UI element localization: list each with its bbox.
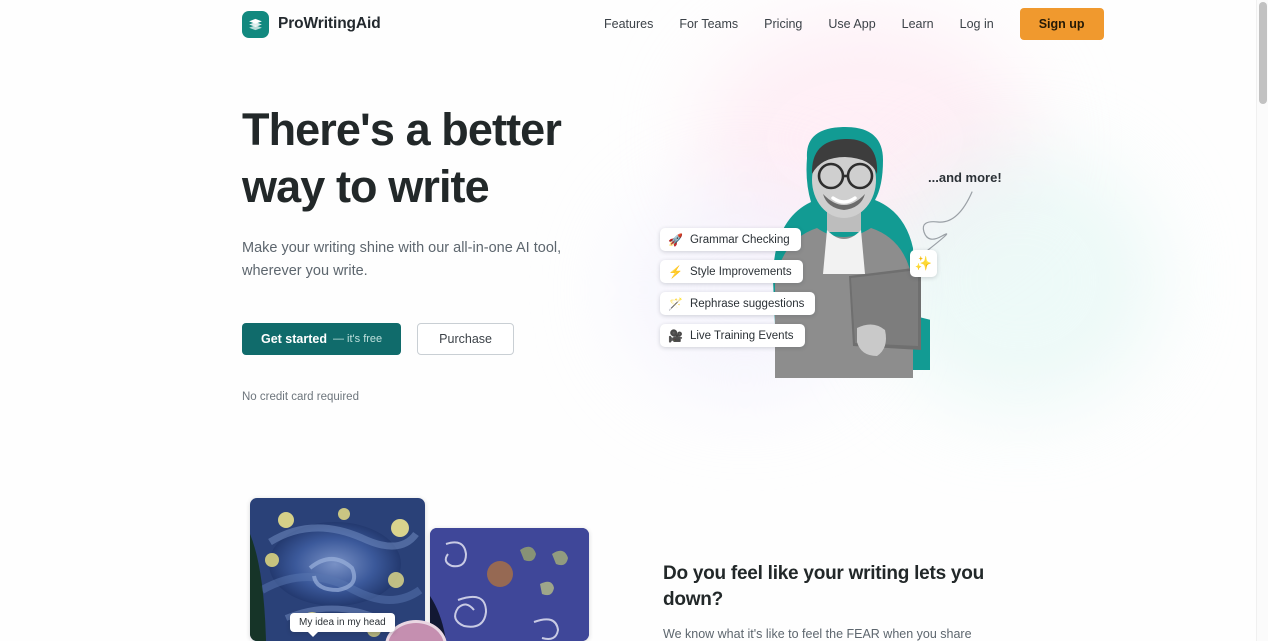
brand-logo[interactable]: ProWritingAid (242, 10, 381, 38)
hero-section: There's a better way to write Make your … (242, 101, 642, 403)
sparkles-icon: ✨ (910, 250, 937, 277)
page-scrollbar[interactable] (1256, 0, 1268, 641)
hero-title-line-1: There's a better (242, 104, 562, 155)
nav-item-pricing[interactable]: Pricing (751, 11, 815, 37)
hero-title-line-2: way to write (242, 161, 490, 212)
stacked-pages-icon (242, 10, 269, 38)
feature-chip-label: Style Improvements (689, 265, 792, 278)
feature-chip-style-improvements: ⚡ Style Improvements (660, 260, 803, 283)
magic-wand-icon: 🪄 (668, 296, 683, 311)
nav-item-learn[interactable]: Learn (889, 11, 947, 37)
no-credit-card-note: No credit card required (242, 391, 359, 403)
nav-item-use-app[interactable]: Use App (815, 11, 888, 37)
lower-section-title: Do you feel like your writing lets you d… (663, 563, 984, 610)
brand-name: ProWritingAid (278, 15, 381, 32)
artwork-comparison-group: My idea in my head (250, 498, 630, 641)
purchase-button[interactable]: Purchase (417, 323, 514, 355)
scrollbar-thumb[interactable] (1259, 2, 1267, 104)
feature-chip-label: Live Training Events (689, 329, 794, 342)
lower-section-body: We know what it's like to feel the FEAR … (663, 627, 972, 641)
get-started-suffix: — it's free (333, 333, 383, 345)
nav-item-log-in[interactable]: Log in (947, 11, 1007, 37)
hero-title: There's a better way to write (242, 101, 642, 215)
lower-text-section: Do you feel like your writing lets you d… (663, 561, 1023, 641)
hero-subtitle: Make your writing shine with our all-in-… (242, 240, 562, 279)
main-navigation: Features For Teams Pricing Use App Learn… (604, 8, 1104, 40)
feature-chip-rephrase-suggestions: 🪄 Rephrase suggestions (660, 292, 816, 315)
feature-chip-list: 🚀 Grammar Checking ⚡ Style Improvements … (660, 228, 816, 347)
and-more-label: ...and more! (928, 170, 1002, 185)
nav-item-for-teams[interactable]: For Teams (666, 11, 751, 37)
hero-cta-group: Get started — it's free Purchase (242, 323, 642, 355)
feature-chip-label: Rephrase suggestions (689, 297, 805, 310)
get-started-label: Get started (261, 332, 327, 346)
flat-rendition-image (430, 528, 589, 641)
feature-chip-live-training-events: 🎥 Live Training Events (660, 324, 805, 347)
image-caption-chip: My idea in my head (290, 613, 395, 637)
sign-up-button[interactable]: Sign up (1019, 8, 1104, 40)
page-root: ProWritingAid Features For Teams Pricing… (0, 0, 1268, 641)
feature-chip-label: Grammar Checking (689, 233, 790, 246)
feature-chip-grammar-checking: 🚀 Grammar Checking (660, 228, 801, 251)
hero-illustration: 🚀 Grammar Checking ⚡ Style Improvements … (660, 110, 1005, 385)
nav-item-features[interactable]: Features (604, 11, 666, 37)
lightning-icon: ⚡ (668, 264, 683, 279)
rocket-icon: 🚀 (668, 232, 683, 247)
video-camera-icon: 🎥 (668, 328, 683, 343)
get-started-button[interactable]: Get started — it's free (242, 323, 402, 355)
site-header: ProWritingAid Features For Teams Pricing… (0, 0, 1256, 48)
